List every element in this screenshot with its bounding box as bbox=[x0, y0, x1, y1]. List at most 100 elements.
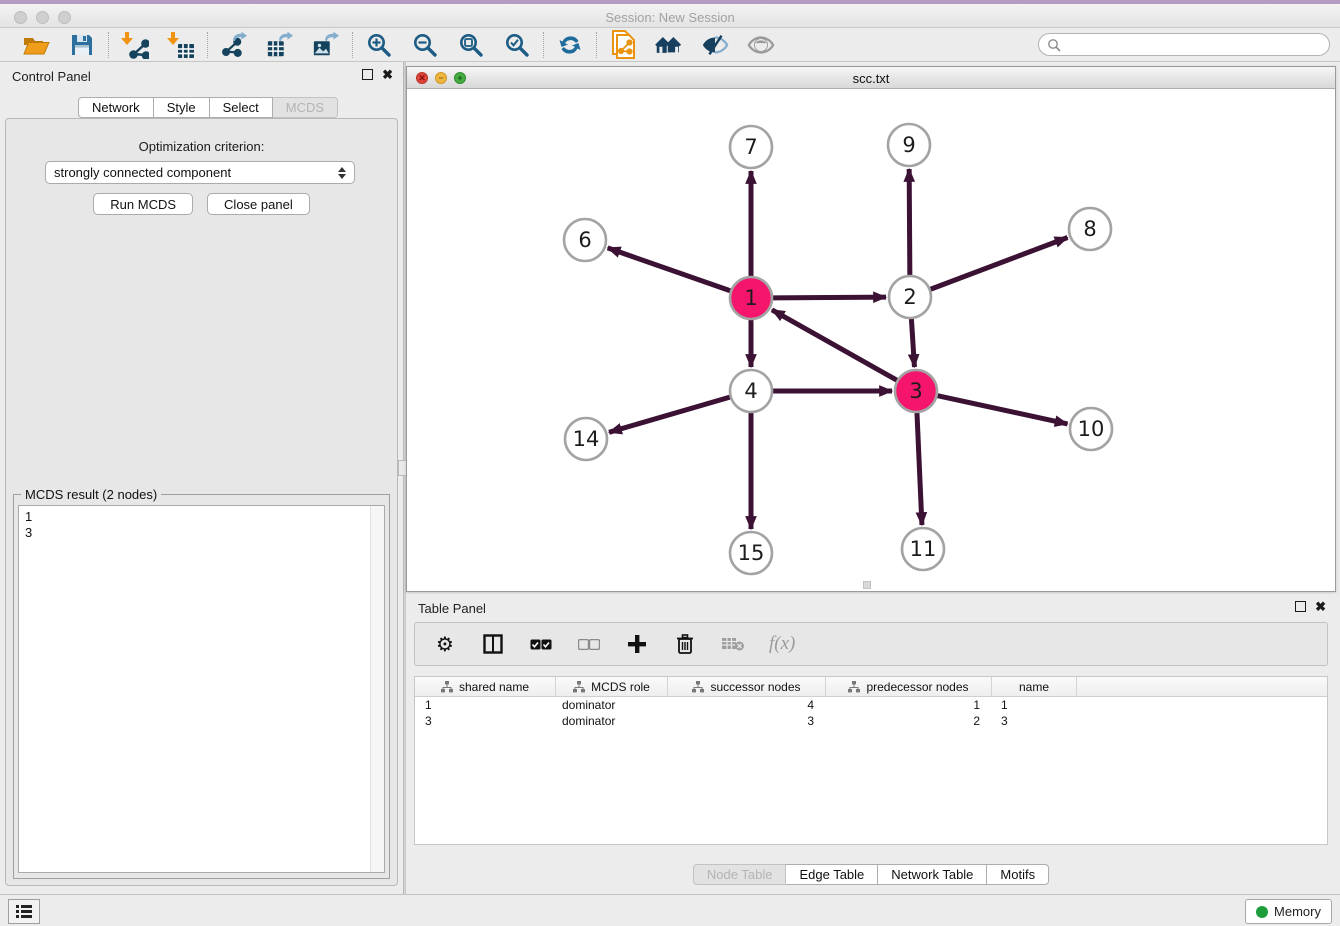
show-columns-icon[interactable] bbox=[481, 632, 505, 656]
search-box[interactable] bbox=[1038, 33, 1330, 56]
tab-node-table[interactable]: Node Table bbox=[693, 864, 787, 885]
table-row[interactable]: 1 dominator 4 1 1 bbox=[415, 697, 1327, 713]
graph-node-label-6: 6 bbox=[578, 228, 591, 252]
search-input[interactable] bbox=[1066, 38, 1329, 52]
import-table-icon[interactable] bbox=[167, 31, 195, 59]
column-header-predecessor-nodes[interactable]: predecessor nodes bbox=[826, 677, 992, 696]
graph-node-label-3: 3 bbox=[909, 379, 922, 403]
criterion-value: strongly connected component bbox=[54, 165, 338, 180]
select-all-columns-icon[interactable] bbox=[529, 632, 553, 656]
memory-button[interactable]: Memory bbox=[1245, 899, 1332, 924]
window-title: Session: New Session bbox=[0, 10, 1340, 25]
zoom-fit-icon[interactable] bbox=[457, 31, 485, 59]
close-panel-icon[interactable]: ✖ bbox=[382, 69, 393, 80]
task-list-icon bbox=[15, 904, 33, 919]
delete-table-icon[interactable] bbox=[721, 632, 745, 656]
table-toolbar: ⚙ bbox=[414, 622, 1328, 666]
graph-node-label-9: 9 bbox=[902, 133, 915, 157]
delete-column-trash-icon[interactable] bbox=[673, 632, 697, 656]
apply-layout-icon[interactable] bbox=[556, 31, 584, 59]
table-row[interactable]: 3 dominator 3 2 3 bbox=[415, 713, 1327, 729]
tab-edge-table[interactable]: Edge Table bbox=[786, 864, 878, 885]
hierarchy-icon bbox=[573, 681, 585, 693]
column-header-shared-name[interactable]: shared name bbox=[415, 677, 556, 696]
result-scrollbar[interactable] bbox=[370, 506, 384, 872]
save-session-icon[interactable] bbox=[68, 31, 96, 59]
control-panel-tabs: Network Style Select MCDS bbox=[78, 97, 338, 118]
tab-motifs[interactable]: Motifs bbox=[987, 864, 1049, 885]
tab-mcds[interactable]: MCDS bbox=[273, 97, 338, 118]
tab-network-table[interactable]: Network Table bbox=[878, 864, 987, 885]
graph-node-label-8: 8 bbox=[1083, 217, 1096, 241]
open-file-icon[interactable] bbox=[22, 31, 50, 59]
select-stepper-icon bbox=[338, 167, 346, 179]
hierarchy-icon bbox=[692, 681, 704, 693]
network-canvas[interactable]: 1234678910111415 bbox=[407, 89, 1335, 591]
create-column-icon[interactable] bbox=[625, 632, 649, 656]
app-titlebar: Session: New Session bbox=[0, 0, 1340, 28]
memory-label: Memory bbox=[1274, 904, 1321, 919]
mcds-panel: Optimization criterion: strongly connect… bbox=[5, 118, 398, 886]
main-toolbar bbox=[0, 28, 1340, 62]
mcds-result-text: 1 3 bbox=[19, 506, 368, 872]
graph-edge-3-11[interactable] bbox=[917, 413, 922, 525]
network-window-titlebar: ✕ − + scc.txt bbox=[407, 67, 1335, 89]
zoom-in-icon[interactable] bbox=[365, 31, 393, 59]
clone-network-icon[interactable] bbox=[609, 31, 637, 59]
mcds-result-box: MCDS result (2 nodes) 1 3 bbox=[13, 494, 390, 879]
memory-status-dot bbox=[1256, 906, 1268, 918]
graph-edge-3-10[interactable] bbox=[937, 396, 1067, 424]
tab-select[interactable]: Select bbox=[210, 97, 273, 118]
control-panel: Control Panel ✖ Network Style Select MCD… bbox=[0, 62, 403, 894]
search-icon bbox=[1047, 38, 1061, 52]
first-neighbors-icon[interactable] bbox=[655, 31, 683, 59]
close-panel-button[interactable]: Close panel bbox=[207, 193, 310, 215]
table-panel-title: Table Panel bbox=[418, 601, 486, 616]
hide-selected-icon[interactable] bbox=[701, 31, 729, 59]
graph-edge-1-2[interactable] bbox=[773, 297, 886, 298]
mcds-result-title: MCDS result (2 nodes) bbox=[21, 487, 161, 502]
graph-edge-2-3[interactable] bbox=[911, 319, 914, 367]
column-header-mcds-role[interactable]: MCDS role bbox=[556, 677, 668, 696]
graph-node-label-7: 7 bbox=[744, 135, 757, 159]
graph-node-label-15: 15 bbox=[738, 541, 765, 565]
table-panel-tabs: Node Table Edge Table Network Table Moti… bbox=[693, 864, 1049, 885]
table-settings-gear-icon[interactable]: ⚙ bbox=[433, 632, 457, 656]
export-table-icon[interactable] bbox=[266, 31, 294, 59]
show-all-icon[interactable] bbox=[747, 31, 775, 59]
zoom-out-icon[interactable] bbox=[411, 31, 439, 59]
task-history-button[interactable] bbox=[8, 899, 40, 924]
zoom-selected-icon[interactable] bbox=[503, 31, 531, 59]
tab-network[interactable]: Network bbox=[78, 97, 154, 118]
graph-edge-4-14[interactable] bbox=[609, 397, 730, 432]
deselect-all-columns-icon[interactable] bbox=[577, 632, 601, 656]
graph-node-label-2: 2 bbox=[903, 285, 916, 309]
graph-edge-3-1[interactable] bbox=[772, 310, 897, 380]
run-mcds-button[interactable]: Run MCDS bbox=[93, 193, 193, 215]
export-network-icon[interactable] bbox=[220, 31, 248, 59]
column-header-successor-nodes[interactable]: successor nodes bbox=[668, 677, 826, 696]
tab-style[interactable]: Style bbox=[154, 97, 210, 118]
criterion-select[interactable]: strongly connected component bbox=[45, 161, 355, 184]
graph-node-label-14: 14 bbox=[573, 427, 600, 451]
function-builder-icon[interactable]: f(x) bbox=[769, 632, 795, 656]
graph-edge-1-6[interactable] bbox=[608, 248, 731, 291]
graph-node-label-11: 11 bbox=[910, 537, 937, 561]
hierarchy-icon bbox=[441, 681, 453, 693]
float-panel-icon[interactable] bbox=[362, 69, 373, 80]
table-panel: Table Panel ✖ ⚙ bbox=[406, 594, 1336, 894]
graph-node-label-4: 4 bbox=[744, 379, 757, 403]
import-network-icon[interactable] bbox=[121, 31, 149, 59]
graph-edge-2-9[interactable] bbox=[909, 169, 910, 275]
table-header-row: shared name MCDS role successor nodes pr… bbox=[415, 677, 1327, 697]
optimization-criterion-label: Optimization criterion: bbox=[6, 139, 397, 154]
hierarchy-icon bbox=[848, 681, 860, 693]
graph-edge-2-8[interactable] bbox=[931, 237, 1068, 289]
network-graph[interactable]: 1234678910111415 bbox=[407, 89, 1335, 592]
column-header-name[interactable]: name bbox=[992, 677, 1077, 696]
close-table-panel-icon[interactable]: ✖ bbox=[1315, 601, 1326, 612]
main-area: Control Panel ✖ Network Style Select MCD… bbox=[0, 62, 1340, 894]
canvas-scroll-grip[interactable] bbox=[863, 581, 871, 589]
float-table-panel-icon[interactable] bbox=[1295, 601, 1306, 612]
export-image-icon[interactable] bbox=[312, 31, 340, 59]
